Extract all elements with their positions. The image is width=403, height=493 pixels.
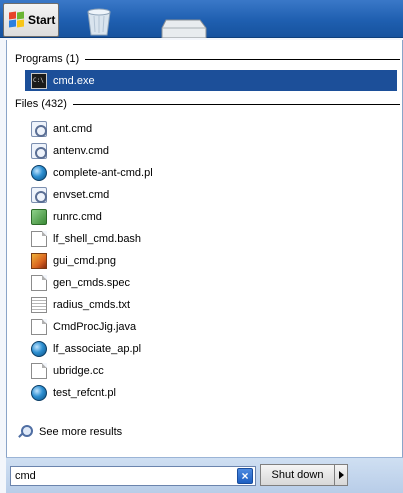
file-item-label: ubridge.cc	[53, 364, 104, 377]
blank-document-icon	[31, 274, 47, 291]
clear-search-icon[interactable]: ×	[237, 468, 253, 484]
search-input[interactable]	[11, 467, 237, 485]
file-item[interactable]: ant.cmd	[25, 118, 397, 139]
image-file-icon	[31, 252, 47, 269]
file-item[interactable]: antenv.cmd	[25, 140, 397, 161]
files-section-header: Files (432)	[15, 97, 400, 111]
program-item-cmd[interactable]: C:\ cmd.exe	[25, 70, 397, 91]
file-item-label: gen_cmds.spec	[53, 276, 131, 289]
section-divider	[72, 103, 400, 105]
file-item-label: lf_shell_cmd.bash	[53, 232, 142, 245]
programs-section-header: Programs (1)	[15, 52, 400, 66]
file-item-label: lf_associate_ap.pl	[53, 342, 142, 355]
files-header-label: Files (432)	[15, 98, 67, 110]
file-item-label: test_refcnt.pl	[53, 386, 116, 399]
magnifier-icon	[17, 424, 33, 440]
blank-document-icon	[31, 362, 47, 379]
gear-script-icon	[31, 186, 47, 203]
blank-document-icon	[31, 318, 47, 335]
file-item[interactable]: radius_cmds.txt	[25, 294, 397, 315]
windows-logo-icon	[9, 11, 25, 28]
perl-script-icon	[31, 340, 47, 357]
program-item-label: cmd.exe	[53, 74, 95, 87]
file-item-label: ant.cmd	[53, 122, 93, 135]
file-item-label: gui_cmd.png	[53, 254, 116, 267]
arrow-right-icon	[338, 471, 344, 479]
file-item[interactable]: runrc.cmd	[25, 206, 397, 227]
perl-script-icon	[31, 164, 47, 181]
file-item[interactable]: gen_cmds.spec	[25, 272, 397, 293]
blank-document-icon	[31, 230, 47, 247]
shut-down-button[interactable]: Shut down	[260, 464, 334, 486]
gear-script-icon	[31, 142, 47, 159]
file-item-label: envset.cmd	[53, 188, 110, 201]
gear-script-icon	[31, 120, 47, 137]
start-button-label: Start	[28, 13, 56, 27]
file-item[interactable]: CmdProcJig.java	[25, 316, 397, 337]
start-menu-panel: Programs (1) C:\ cmd.exe Files (432) ant…	[6, 40, 403, 493]
file-item[interactable]: envset.cmd	[25, 184, 397, 205]
file-item[interactable]: gui_cmd.png	[25, 250, 397, 271]
perl-script-icon	[31, 384, 47, 401]
see-more-results-link[interactable]: See more results	[17, 423, 122, 441]
file-item-label: complete-ant-cmd.pl	[53, 166, 153, 179]
search-box: ×	[10, 466, 256, 486]
taskbar: Start	[0, 0, 403, 38]
text-document-icon	[31, 296, 47, 313]
section-divider	[85, 58, 400, 60]
file-item-label: CmdProcJig.java	[53, 320, 137, 333]
batch-file-icon	[31, 208, 47, 225]
see-more-results-label: See more results	[39, 426, 123, 438]
drive-icon[interactable]	[160, 18, 208, 38]
file-item[interactable]: ubridge.cc	[25, 360, 397, 381]
file-item[interactable]: lf_shell_cmd.bash	[25, 228, 397, 249]
start-button[interactable]: Start	[3, 3, 59, 37]
start-menu-bottom-bar: × Shut down	[6, 457, 403, 493]
shutdown-options-button[interactable]	[334, 464, 348, 486]
console-icon: C:\	[31, 72, 47, 89]
file-item[interactable]: lf_associate_ap.pl	[25, 338, 397, 359]
file-item-label: radius_cmds.txt	[53, 298, 131, 311]
file-item-label: antenv.cmd	[53, 144, 110, 157]
shutdown-group: Shut down	[260, 464, 348, 486]
file-item[interactable]: complete-ant-cmd.pl	[25, 162, 397, 183]
file-item[interactable]: test_refcnt.pl	[25, 382, 397, 403]
recycle-bin-icon[interactable]	[82, 6, 116, 36]
file-item-label: runrc.cmd	[53, 210, 102, 223]
programs-header-label: Programs (1)	[15, 53, 80, 65]
